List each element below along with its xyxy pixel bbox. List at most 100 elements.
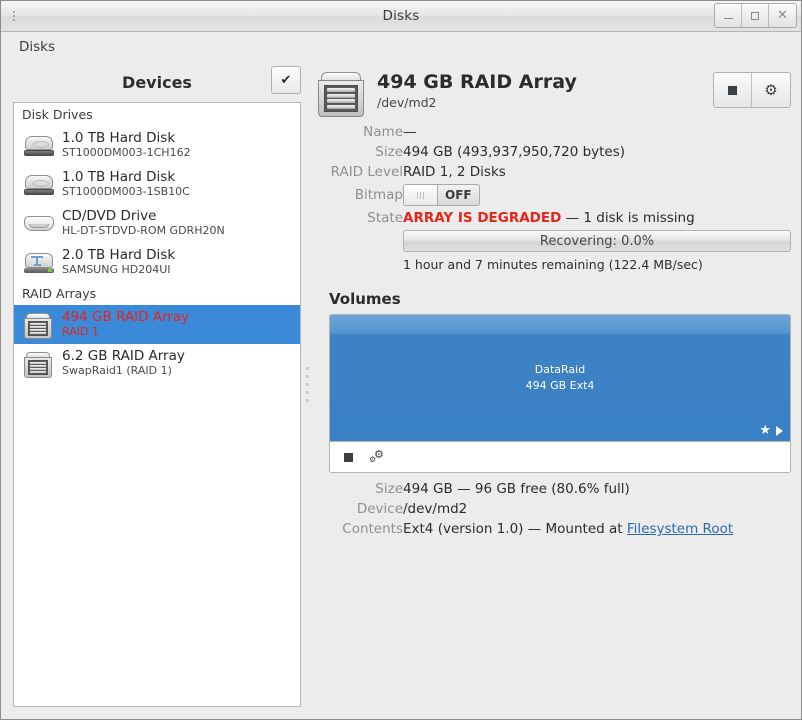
device-model: ST1000DM003-1CH162 xyxy=(62,145,191,159)
detail-actions: ⚙ xyxy=(713,72,791,108)
property-value: 494 GB — 96 GB free (80.6% full) xyxy=(403,481,630,497)
hard-disk-icon xyxy=(24,132,54,160)
volume-size: 494 GB Ext4 xyxy=(525,379,595,392)
star-icon: ★ xyxy=(759,423,771,438)
property-label: State xyxy=(367,210,403,226)
device-name: 1.0 TB Hard Disk xyxy=(62,130,176,147)
volume-label: DataRaid 494 GB Ext4 xyxy=(526,362,595,394)
device-list[interactable]: Disk Drives 1.0 TB Hard Disk ST1000DM003… xyxy=(13,102,301,707)
bitmap-toggle[interactable]: OFF xyxy=(403,184,480,206)
filesystem-root-link[interactable]: Filesystem Root xyxy=(627,521,733,537)
list-item[interactable]: 1.0 TB Hard Disk ST1000DM003-1CH162 xyxy=(14,126,300,165)
property-row-progress: Recovering: 0.0% 1 hour and 7 minutes re… xyxy=(317,228,791,274)
toggle-knob-icon xyxy=(404,185,438,205)
gear-icon: ⚙ xyxy=(764,80,778,99)
property-value: 494 GB (493,937,950,720 bytes) xyxy=(403,144,626,160)
page-title: 494 GB RAID Array xyxy=(377,71,577,93)
device-model: ST1000DM003-1SB10C xyxy=(62,184,190,198)
array-properties: Name — Size 494 GB (493,937,950,720 byte… xyxy=(317,122,791,274)
disks-window: Disks ✕ Disks Devices ✔ Disk Drives 1.0 … xyxy=(0,0,802,720)
cd-dvd-icon xyxy=(24,210,54,238)
close-button[interactable]: ✕ xyxy=(769,4,796,27)
window-body: Devices ✔ Disk Drives 1.0 TB Hard Disk S… xyxy=(1,62,801,719)
volume-badges: ★ xyxy=(759,424,783,437)
select-toggle-button[interactable]: ✔ xyxy=(271,66,301,94)
maximize-button[interactable] xyxy=(742,4,769,27)
detail-pane: 494 GB RAID Array /dev/md2 ⚙ Name — Size… xyxy=(313,62,801,707)
device-path: /dev/md2 xyxy=(377,94,437,110)
devices-header: Devices ✔ xyxy=(13,62,301,102)
property-row-name: Name — xyxy=(317,122,791,142)
volume-properties: Size 494 GB — 96 GB free (80.6% full) De… xyxy=(317,479,791,539)
minimize-button[interactable] xyxy=(715,4,742,27)
status-badge: ARRAY IS DEGRADED xyxy=(403,210,562,226)
raid-array-icon xyxy=(24,311,54,339)
property-label: Contents xyxy=(342,521,403,537)
maximize-icon xyxy=(751,11,759,20)
app-menubar: Disks xyxy=(1,32,801,62)
property-label: Device xyxy=(356,501,403,517)
sidebar-item-raid-494gb[interactable]: 494 GB RAID Array RAID 1 xyxy=(14,305,300,344)
property-value: /dev/md2 xyxy=(403,501,468,517)
property-row-size: Size 494 GB (493,937,950,720 bytes) xyxy=(317,142,791,162)
property-label: Name xyxy=(363,124,403,140)
property-row-volume-device: Device /dev/md2 xyxy=(317,499,791,519)
device-model: SAMSUNG HD204UI xyxy=(62,262,171,276)
recovery-progress-bar: Recovering: 0.0% xyxy=(403,230,791,252)
pane-splitter[interactable] xyxy=(301,62,313,707)
device-name: 2.0 TB Hard Disk xyxy=(62,247,176,264)
device-name: 6.2 GB RAID Array xyxy=(62,348,185,365)
check-icon: ✔ xyxy=(280,72,292,88)
progress-label: Recovering: 0.0% xyxy=(539,233,655,249)
stop-array-button[interactable] xyxy=(714,73,752,107)
group-header-raid-arrays: RAID Arrays xyxy=(14,282,300,305)
hard-disk-icon xyxy=(24,171,54,199)
volume-block-dataraid[interactable]: DataRaid 494 GB Ext4 ★ xyxy=(330,315,790,442)
unmount-volume-button[interactable] xyxy=(344,452,353,462)
contents-text: Ext4 (version 1.0) — Mounted at xyxy=(403,521,627,537)
toggle-state-label: OFF xyxy=(445,188,472,202)
device-name: CD/DVD Drive xyxy=(62,208,157,225)
property-label: Bitmap xyxy=(354,187,403,203)
window-controls: ✕ xyxy=(714,3,797,28)
property-row-volume-contents: Contents Ext4 (version 1.0) — Mounted at… xyxy=(317,519,791,539)
window-titlebar: Disks ✕ xyxy=(1,1,801,32)
progress-note: 1 hour and 7 minutes remaining (122.4 MB… xyxy=(403,257,703,272)
property-row-state: State ARRAY IS DEGRADED — 1 disk is miss… xyxy=(317,208,791,228)
list-item[interactable]: CD/DVD Drive HL-DT-STDVD-ROM GDRH20N xyxy=(14,204,300,243)
device-model: HL-DT-STDVD-ROM GDRH20N xyxy=(62,223,225,237)
detail-header: 494 GB RAID Array /dev/md2 ⚙ xyxy=(317,70,791,118)
status-detail: — 1 disk is missing xyxy=(565,210,695,226)
menu-disks[interactable]: Disks xyxy=(19,39,55,55)
volume-toolbar: ⚙ ⚙ xyxy=(330,442,790,472)
list-item[interactable]: 1.0 TB Hard Disk ST1000DM003-1SB10C xyxy=(14,165,300,204)
property-label: Size xyxy=(375,144,403,160)
stop-square-icon xyxy=(728,85,737,95)
devices-sidebar: Devices ✔ Disk Drives 1.0 TB Hard Disk S… xyxy=(1,62,301,707)
property-value: — xyxy=(403,124,417,140)
device-name: 494 GB RAID Array xyxy=(62,309,190,326)
raid-array-icon xyxy=(24,350,54,378)
property-label: Size xyxy=(375,481,403,497)
splitter-grip-icon xyxy=(305,367,309,402)
usb-disk-icon xyxy=(24,249,54,277)
device-model: SwapRaid1 (RAID 1) xyxy=(62,363,172,377)
property-row-raid-level: RAID Level RAID 1, 2 Disks xyxy=(317,162,791,182)
window-title: Disks xyxy=(382,8,420,24)
device-model: RAID 1 xyxy=(62,324,99,338)
property-value: RAID 1, 2 Disks xyxy=(403,164,506,180)
volume-name: DataRaid xyxy=(534,363,586,377)
volume-options-button[interactable]: ⚙ ⚙ xyxy=(369,449,386,465)
volumes-box: DataRaid 494 GB Ext4 ★ ⚙ ⚙ xyxy=(329,314,791,473)
device-name: 1.0 TB Hard Disk xyxy=(62,169,176,186)
raid-array-icon xyxy=(317,72,365,118)
list-item[interactable]: 2.0 TB Hard Disk SAMSUNG HD204UI xyxy=(14,243,300,282)
gear-small-icon: ⚙ xyxy=(369,454,377,464)
array-settings-button[interactable]: ⚙ xyxy=(752,73,790,107)
devices-title: Devices xyxy=(122,72,192,92)
sidebar-item-raid-6gb[interactable]: 6.2 GB RAID Array SwapRaid1 (RAID 1) xyxy=(14,344,300,383)
property-row-bitmap: Bitmap OFF xyxy=(317,182,791,208)
minimize-icon xyxy=(723,18,733,19)
group-header-disk-drives: Disk Drives xyxy=(14,103,300,126)
close-icon: ✕ xyxy=(777,8,788,23)
